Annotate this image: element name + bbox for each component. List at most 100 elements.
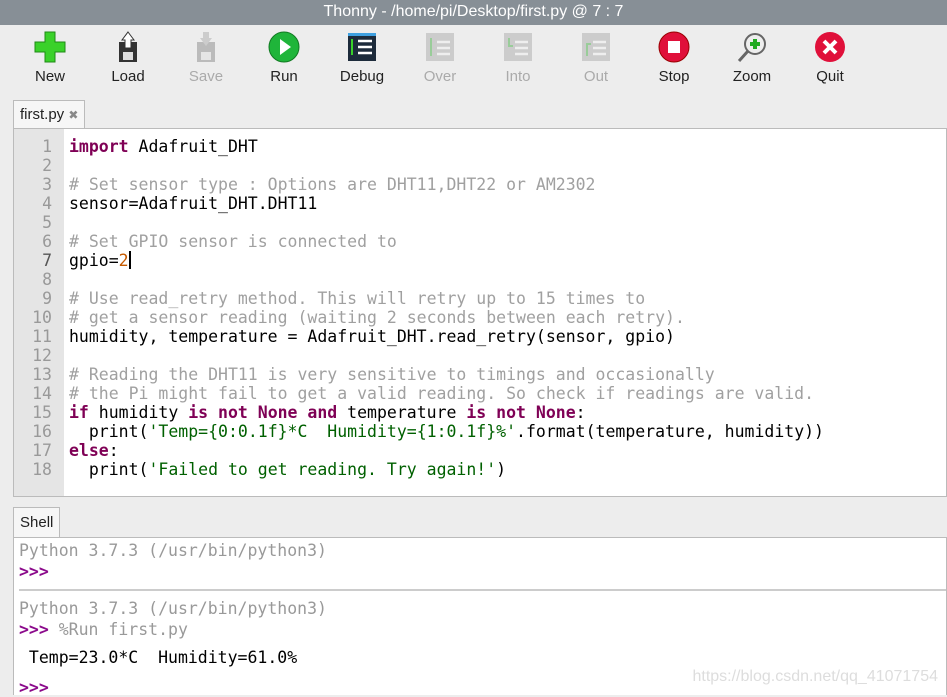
line-number: 9 bbox=[42, 289, 52, 308]
code-line[interactable]: # Set GPIO sensor is connected to bbox=[69, 232, 824, 251]
stop-icon bbox=[658, 31, 690, 63]
line-number: 1 bbox=[42, 137, 52, 156]
code-line[interactable]: # the Pi might fail to get a valid readi… bbox=[69, 384, 824, 403]
code-token: # the Pi might fail to get a valid readi… bbox=[69, 384, 815, 403]
code-token: # get a sensor reading (waiting 2 second… bbox=[69, 308, 685, 327]
code-token: is not None bbox=[466, 403, 576, 422]
line-number: 10 bbox=[32, 308, 52, 327]
code-token: if bbox=[69, 403, 89, 422]
quit-button[interactable]: Quit bbox=[795, 30, 865, 90]
code-line[interactable]: print('Temp={0:0.1f}*C Humidity={1:0.1f}… bbox=[69, 422, 824, 441]
code-token: import bbox=[69, 137, 129, 156]
code-line[interactable]: sensor=Adafruit_DHT.DHT11 bbox=[69, 194, 824, 213]
code-line[interactable] bbox=[69, 213, 824, 232]
code-token: humidity, temperature = Adafruit_DHT.rea… bbox=[69, 327, 675, 346]
code-token: .format(temperature, humidity)) bbox=[516, 422, 824, 441]
over-button[interactable]: Over bbox=[405, 30, 475, 90]
code-line[interactable]: if humidity is not None and temperature … bbox=[69, 403, 824, 422]
line-number: 7 bbox=[42, 251, 52, 270]
code-token: print( bbox=[69, 422, 149, 441]
tab-shell[interactable]: Shell bbox=[13, 507, 61, 538]
code-token: : bbox=[575, 403, 586, 422]
code-line[interactable]: gpio=2 bbox=[69, 251, 824, 270]
shell-command: %Run first.py bbox=[48, 620, 188, 639]
button-label: Save bbox=[188, 68, 224, 85]
debug-button[interactable]: Debug bbox=[327, 30, 397, 90]
line-number: 8 bbox=[42, 270, 52, 289]
code-line[interactable]: else: bbox=[69, 441, 824, 460]
code-token: # Set sensor type : Options are DHT11,DH… bbox=[69, 175, 596, 194]
run-icon bbox=[268, 31, 300, 63]
code-token: 2 bbox=[118, 251, 129, 270]
code-token: # Reading the DHT11 is very sensitive to… bbox=[69, 365, 715, 384]
line-number: 14 bbox=[32, 384, 52, 403]
load-button[interactable]: Load bbox=[93, 30, 163, 90]
line-number: 11 bbox=[32, 327, 52, 346]
line-number: 3 bbox=[42, 175, 52, 194]
code-token: # Use read_retry method. This will retry… bbox=[69, 289, 646, 308]
load-icon bbox=[119, 31, 137, 62]
button-label: Debug bbox=[339, 68, 385, 85]
line-number: 4 bbox=[42, 194, 52, 213]
code-line[interactable]: print('Failed to get reading. Try again!… bbox=[69, 460, 824, 479]
code-line[interactable] bbox=[69, 270, 824, 289]
new-button[interactable]: New bbox=[15, 30, 85, 90]
line-numbers: 1 2 3 4 5 6 7 8 9 10 11 12 13 14 15 16 17 18 bbox=[14, 137, 52, 479]
toolbar: New Load Save Run Debug Over Into Out Stop Zoom Qu… bbox=[0, 25, 947, 95]
code-line[interactable]: # Reading the DHT11 is very sensitive to… bbox=[69, 365, 824, 384]
code-line[interactable] bbox=[69, 156, 824, 175]
code-line[interactable]: # Set sensor type : Options are DHT11,DH… bbox=[69, 175, 824, 194]
quit-icon bbox=[815, 32, 845, 62]
code-editor[interactable]: 1 2 3 4 5 6 7 8 9 10 11 12 13 14 15 16 17 18 import Adafr… bbox=[13, 128, 947, 497]
new-file-icon bbox=[34, 31, 66, 63]
into-button[interactable]: Into bbox=[483, 30, 553, 90]
line-number: 17 bbox=[32, 441, 52, 460]
code-lines[interactable]: import Adafruit_DHT # Set sensor type : O… bbox=[69, 137, 824, 479]
code-token: 'Failed to get reading. Try again!' bbox=[148, 460, 497, 479]
code-line[interactable] bbox=[69, 346, 824, 365]
watermark: https://blog.csdn.net/qq_41071754 bbox=[692, 668, 938, 685]
tab-label: first.py bbox=[20, 106, 65, 123]
tab-first-py[interactable]: first.py ✖ bbox=[13, 100, 86, 129]
code-token: gpio= bbox=[69, 251, 119, 270]
close-tab-icon[interactable]: ✖ bbox=[68, 108, 78, 122]
save-button[interactable]: Save bbox=[171, 30, 241, 90]
code-token: # Set GPIO sensor is connected to bbox=[69, 232, 397, 251]
tab-label: Shell bbox=[20, 514, 54, 531]
shell-panel[interactable]: Python 3.7.3 (/usr/bin/python3) >>> Pyth… bbox=[13, 537, 947, 697]
zoom-button[interactable]: Zoom bbox=[717, 30, 787, 90]
zoom-icon bbox=[737, 33, 766, 63]
line-number: 5 bbox=[42, 213, 52, 232]
step-over-icon bbox=[426, 33, 454, 61]
code-token: 'Temp={0:0.1f}*C Humidity={1:0.1f}%' bbox=[148, 422, 517, 441]
code-token: else bbox=[69, 441, 109, 460]
code-token: ) bbox=[496, 460, 507, 479]
window-title: Thonny - /home/pi/Desktop/first.py @ 7 :… bbox=[0, 0, 947, 25]
button-label: Out bbox=[583, 68, 609, 85]
text-cursor bbox=[128, 251, 131, 269]
line-number: 6 bbox=[42, 232, 52, 251]
code-line[interactable]: # get a sensor reading (waiting 2 second… bbox=[69, 308, 824, 327]
shell-banner: Python 3.7.3 (/usr/bin/python3) bbox=[19, 541, 327, 560]
shell-separator bbox=[19, 589, 946, 591]
line-number: 15 bbox=[32, 403, 52, 422]
debug-icon bbox=[348, 33, 376, 61]
button-label: Over bbox=[423, 68, 457, 85]
out-button[interactable]: Out bbox=[561, 30, 631, 90]
shell-banner: Python 3.7.3 (/usr/bin/python3) bbox=[19, 599, 327, 618]
step-out-icon bbox=[582, 33, 610, 61]
shell-prompt[interactable]: >>> bbox=[19, 678, 49, 697]
code-line[interactable]: import Adafruit_DHT bbox=[69, 137, 824, 156]
button-label: Load bbox=[111, 68, 145, 85]
run-button[interactable]: Run bbox=[249, 30, 319, 90]
button-label: Into bbox=[505, 68, 531, 85]
step-into-icon bbox=[504, 33, 532, 61]
code-line[interactable]: # Use read_retry method. This will retry… bbox=[69, 289, 824, 308]
stop-button[interactable]: Stop bbox=[639, 30, 709, 90]
button-label: Stop bbox=[658, 68, 690, 85]
button-label: Quit bbox=[816, 68, 844, 85]
code-token: : bbox=[108, 441, 119, 460]
code-line[interactable]: humidity, temperature = Adafruit_DHT.rea… bbox=[69, 327, 824, 346]
line-number: 2 bbox=[42, 156, 52, 175]
line-number: 16 bbox=[32, 422, 52, 441]
